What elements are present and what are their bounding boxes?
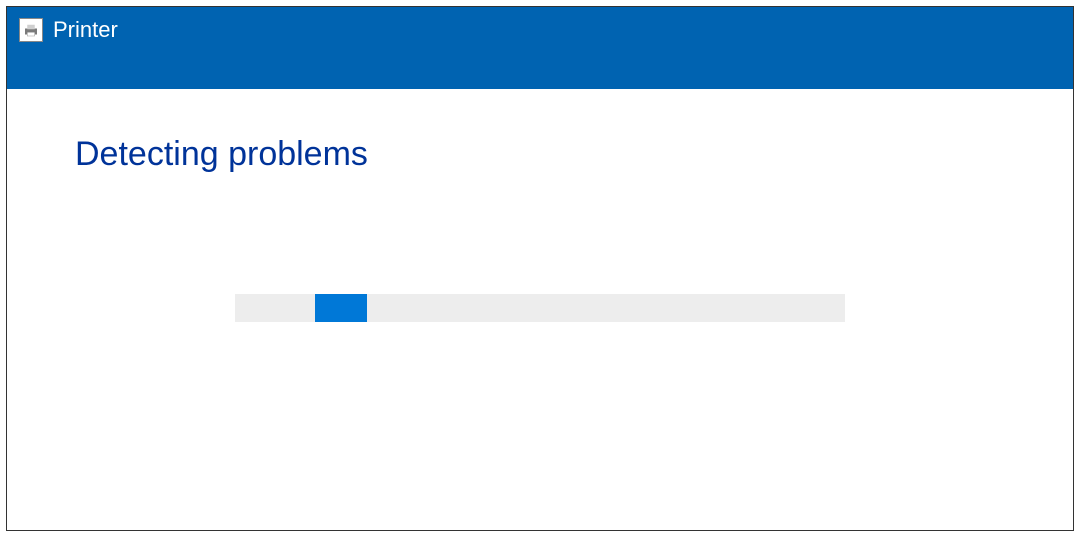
titlebar: Printer bbox=[7, 7, 1073, 89]
progress-indicator bbox=[315, 294, 367, 322]
troubleshooter-window: Printer Detecting problems bbox=[6, 6, 1074, 531]
titlebar-inner: Printer bbox=[19, 17, 118, 43]
progress-bar bbox=[235, 294, 845, 322]
printer-icon bbox=[22, 21, 40, 39]
status-heading: Detecting problems bbox=[75, 135, 1005, 174]
progress-container bbox=[75, 294, 1005, 322]
printer-troubleshooter-icon bbox=[19, 18, 43, 42]
window-title: Printer bbox=[53, 17, 118, 43]
content-area: Detecting problems bbox=[7, 89, 1073, 530]
